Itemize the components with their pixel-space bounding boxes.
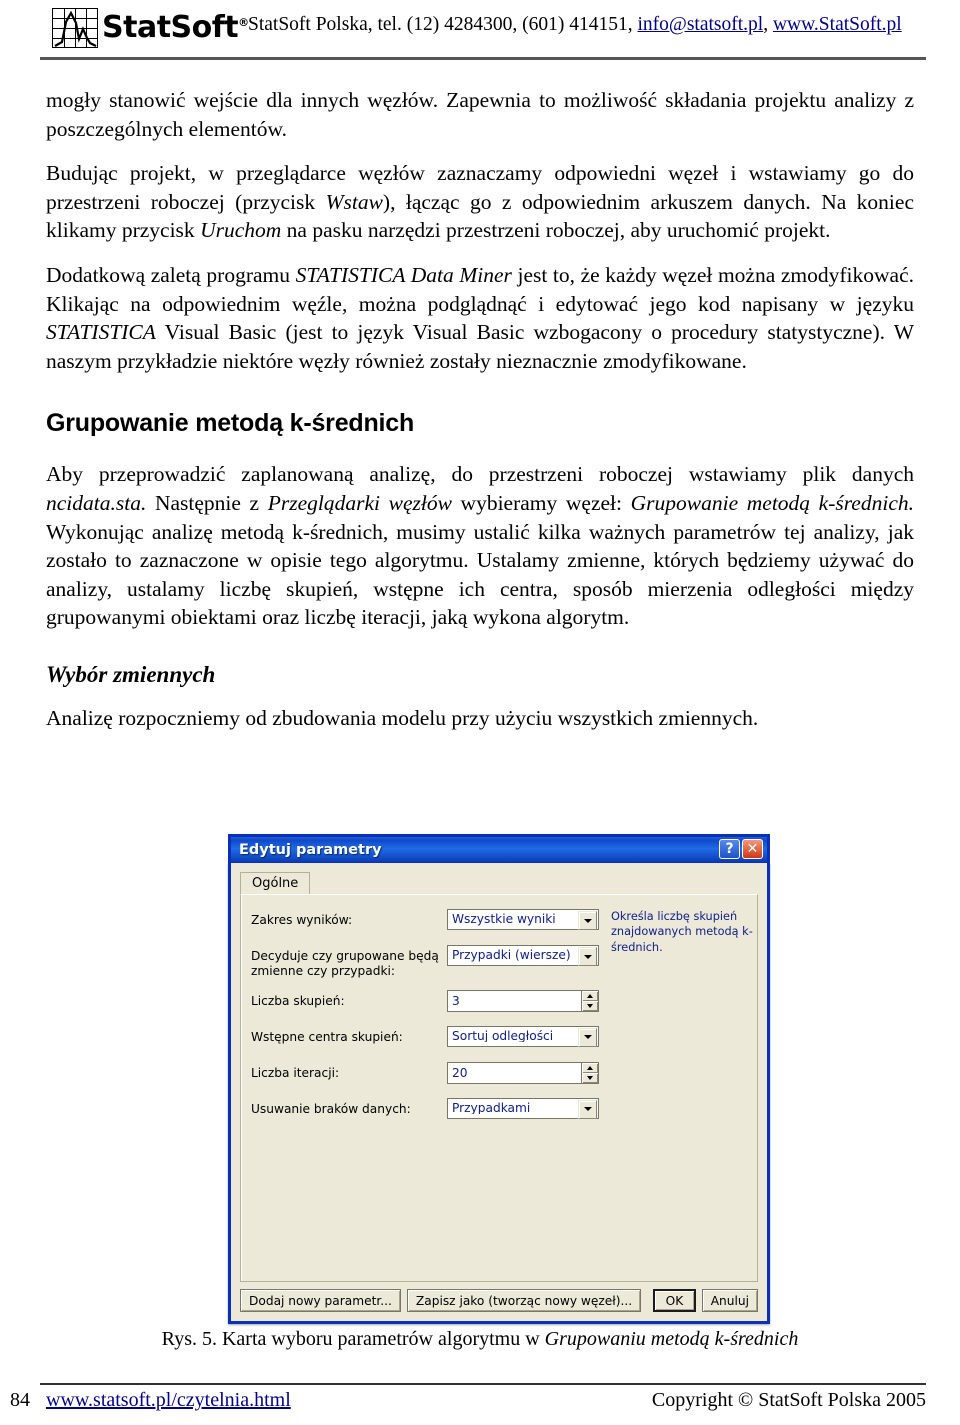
combo-value-grupowanie-typ: Przypadki (wiersze) xyxy=(452,949,571,962)
control-liczba-skupien: 3 xyxy=(447,989,599,1012)
dialog-window: Ogólne Określa liczbę skupień znajdowany… xyxy=(228,863,770,1324)
footer-link-wrap: www.statsoft.pl/czytelnia.html xyxy=(46,1389,291,1412)
label-liczba-iteracji: Liczba iteracji: xyxy=(251,1065,340,1080)
paragraph-4-part-c: wybieramy węzeł: xyxy=(451,490,631,515)
tab-ogolne[interactable]: Ogólne xyxy=(240,872,311,894)
control-zakres-wynikow: Wszystkie wyniki xyxy=(447,909,599,930)
spinner-input-liczba-iteracji[interactable]: 20 xyxy=(447,1061,582,1084)
paragraph-5-text: Analizę rozpoczniemy od zbudowania model… xyxy=(46,705,759,730)
paragraph-3-emphasis-statistica: STATISTICA xyxy=(46,320,156,345)
label-wstepne-centra: Wstępne centra skupień: xyxy=(251,1029,403,1044)
add-parameter-button[interactable]: Dodaj nowy parametr... xyxy=(240,1289,401,1312)
page-number: 84 xyxy=(10,1389,30,1411)
control-usuwanie-brakow: Przypadkami xyxy=(447,1097,599,1119)
paragraph-2-emphasis-uruchom: Uruchom xyxy=(200,218,282,243)
page-footer: 84 www.statsoft.pl/czytelnia.html Copyri… xyxy=(0,1383,960,1425)
dialog-help-text: Określa liczbę skupień znajdowanych meto… xyxy=(611,910,753,954)
dialog-footer: Dodaj nowy parametr... Zapisz jako (twor… xyxy=(231,1282,767,1321)
chevron-down-icon[interactable] xyxy=(578,911,597,930)
dialog-tabpanel: Określa liczbę skupień znajdowanych meto… xyxy=(240,894,758,1282)
paragraph-4: Aby przeprowadzić zaplanowaną analizę, d… xyxy=(46,460,914,632)
ok-button[interactable]: OK xyxy=(653,1289,696,1312)
figure-dialog-screenshot: Edytuj parametry ? ✕ Ogólne Określa licz… xyxy=(228,834,770,1324)
paragraph-4-emphasis-ncidata: ncidata.sta. xyxy=(46,490,147,515)
combo-value-zakres-wynikow: Wszystkie wyniki xyxy=(452,913,556,926)
paragraph-3-part-a: Dodatkową zaletą programu xyxy=(46,262,296,287)
dialog-titlebar-buttons: ? ✕ xyxy=(719,839,763,859)
spinner-down-icon[interactable] xyxy=(582,1000,598,1011)
figure-caption-italic: Grupowaniu metodą k-średnich xyxy=(544,1328,799,1350)
header-contact-line: StatSoft Polska, tel. (12) 4284300, (601… xyxy=(248,14,902,36)
label-usuwanie-brakow: Usuwanie braków danych: xyxy=(251,1101,411,1116)
spinner-up-icon[interactable] xyxy=(582,1062,598,1073)
label-liczba-skupien: Liczba skupień: xyxy=(251,993,345,1008)
statsoft-logo: StatSoft® xyxy=(52,6,249,50)
spinner-liczba-iteracji[interactable]: 20 xyxy=(447,1061,599,1084)
dialog-body: Ogólne Określa liczbę skupień znajdowany… xyxy=(231,863,767,1282)
footer-copyright: Copyright © StatSoft Polska 2005 xyxy=(651,1389,926,1411)
dialog-title: Edytuj parametry xyxy=(239,841,382,858)
chevron-down-icon[interactable] xyxy=(578,1099,597,1119)
statsoft-chart-logo-icon xyxy=(52,8,98,48)
paragraph-2-emphasis-wstaw: Wstaw xyxy=(325,189,383,214)
combo-grupowanie-typ[interactable]: Przypadki (wiersze) xyxy=(447,945,599,966)
spinner-buttons-liczba-iteracji xyxy=(582,1061,599,1084)
field-row-liczba-iteracji: Liczba iteracji: 20 xyxy=(251,1061,747,1088)
label-zakres-wynikow: Zakres wyników: xyxy=(251,913,353,927)
paragraph-1-text: mogły stanowić wejście dla innych węzłów… xyxy=(46,88,914,141)
header-website-link[interactable]: www.StatSoft.pl xyxy=(773,14,902,35)
header-contact-text: StatSoft Polska, tel. (12) 4284300, (601… xyxy=(248,14,638,35)
paragraph-4-part-d: Wykonując analizę metodą k-średnich, mus… xyxy=(46,519,914,630)
control-grupowanie-typ: Przypadki (wiersze) xyxy=(447,945,599,966)
spinner-up-icon[interactable] xyxy=(582,990,598,1001)
combo-wstepne-centra[interactable]: Sortuj odległości xyxy=(447,1025,599,1047)
spinner-buttons-liczba-skupien xyxy=(582,989,599,1012)
section-heading-kmeans: Grupowanie metodą k-średnich xyxy=(46,409,415,438)
footer-divider xyxy=(40,1383,926,1385)
document-content: mogły stanowić wejście dla innych węzłów… xyxy=(46,86,914,749)
spinner-down-icon[interactable] xyxy=(582,1072,598,1083)
paragraph-1: mogły stanowić wejście dla innych węzłów… xyxy=(46,86,914,143)
field-row-liczba-skupien: Liczba skupień: 3 xyxy=(251,989,747,1016)
dialog-titlebar[interactable]: Edytuj parametry ? ✕ xyxy=(228,834,770,863)
dialog-tabstrip: Ogólne xyxy=(240,872,758,894)
statsoft-wordmark: StatSoft® xyxy=(102,13,249,43)
control-liczba-iteracji: 20 xyxy=(447,1061,599,1084)
header-email-link[interactable]: info@statsoft.pl xyxy=(637,14,763,35)
sub-heading-variable-selection: Wybór zmiennych xyxy=(46,661,216,687)
paragraph-4-emphasis-przegladarki: Przeglądarki węzłów xyxy=(267,490,452,515)
close-icon[interactable]: ✕ xyxy=(742,839,763,859)
footer-url-link[interactable]: www.statsoft.pl/czytelnia.html xyxy=(46,1389,291,1411)
paragraph-2-part-c: na pasku narzędzi przestrzeni roboczej, … xyxy=(281,218,831,243)
control-wstepne-centra: Sortuj odległości xyxy=(447,1025,599,1047)
field-row-usuwanie-brakow: Usuwanie braków danych: Przypadkami xyxy=(251,1097,747,1124)
spinner-input-liczba-skupien[interactable]: 3 xyxy=(447,989,582,1012)
logo-text-label: StatSoft xyxy=(102,10,239,45)
page-header: StatSoft® StatSoft Polska, tel. (12) 428… xyxy=(0,0,960,70)
paragraph-2: Budując projekt, w przeglądarce węzłów z… xyxy=(46,159,914,245)
paragraph-3-part-c: Visual Basic (jest to język Visual Basic… xyxy=(46,320,914,373)
paragraph-4-emphasis-grupowanie: Grupowanie metodą k-średnich. xyxy=(630,490,914,515)
header-divider xyxy=(40,57,926,60)
paragraph-4-part-b: Następnie z xyxy=(146,490,268,515)
field-row-wstepne-centra: Wstępne centra skupień: Sortuj odległośc… xyxy=(251,1025,747,1052)
label-grupowanie-typ: Decyduje czy grupowane będą zmienne czy … xyxy=(251,949,439,979)
figure-caption: Rys. 5. Karta wyboru parametrów algorytm… xyxy=(0,1328,960,1351)
cancel-button[interactable]: Anuluj xyxy=(701,1289,758,1312)
chevron-down-icon[interactable] xyxy=(578,1027,597,1047)
combo-usuwanie-brakow[interactable]: Przypadkami xyxy=(447,1097,599,1119)
combo-value-wstepne-centra: Sortuj odległości xyxy=(452,1029,554,1043)
help-icon[interactable]: ? xyxy=(719,839,740,859)
header-contact-separator: , xyxy=(763,14,773,35)
paragraph-5: Analizę rozpoczniemy od zbudowania model… xyxy=(46,704,914,733)
combo-value-usuwanie-brakow: Przypadkami xyxy=(452,1101,531,1115)
paragraph-3-emphasis-dataminer: STATISTICA Data Miner xyxy=(295,262,512,287)
spinner-liczba-skupien[interactable]: 3 xyxy=(447,989,599,1012)
save-as-new-node-button[interactable]: Zapisz jako (tworząc nowy węzeł)... xyxy=(406,1289,642,1312)
paragraph-3: Dodatkową zaletą programu STATISTICA Dat… xyxy=(46,261,914,375)
chevron-down-icon[interactable] xyxy=(578,947,597,966)
combo-zakres-wynikow[interactable]: Wszystkie wyniki xyxy=(447,909,599,930)
figure-caption-prefix: Rys. 5. Karta wyboru parametrów algorytm… xyxy=(161,1328,545,1350)
paragraph-4-part-a: Aby przeprowadzić zaplanowaną analizę, d… xyxy=(46,462,914,487)
